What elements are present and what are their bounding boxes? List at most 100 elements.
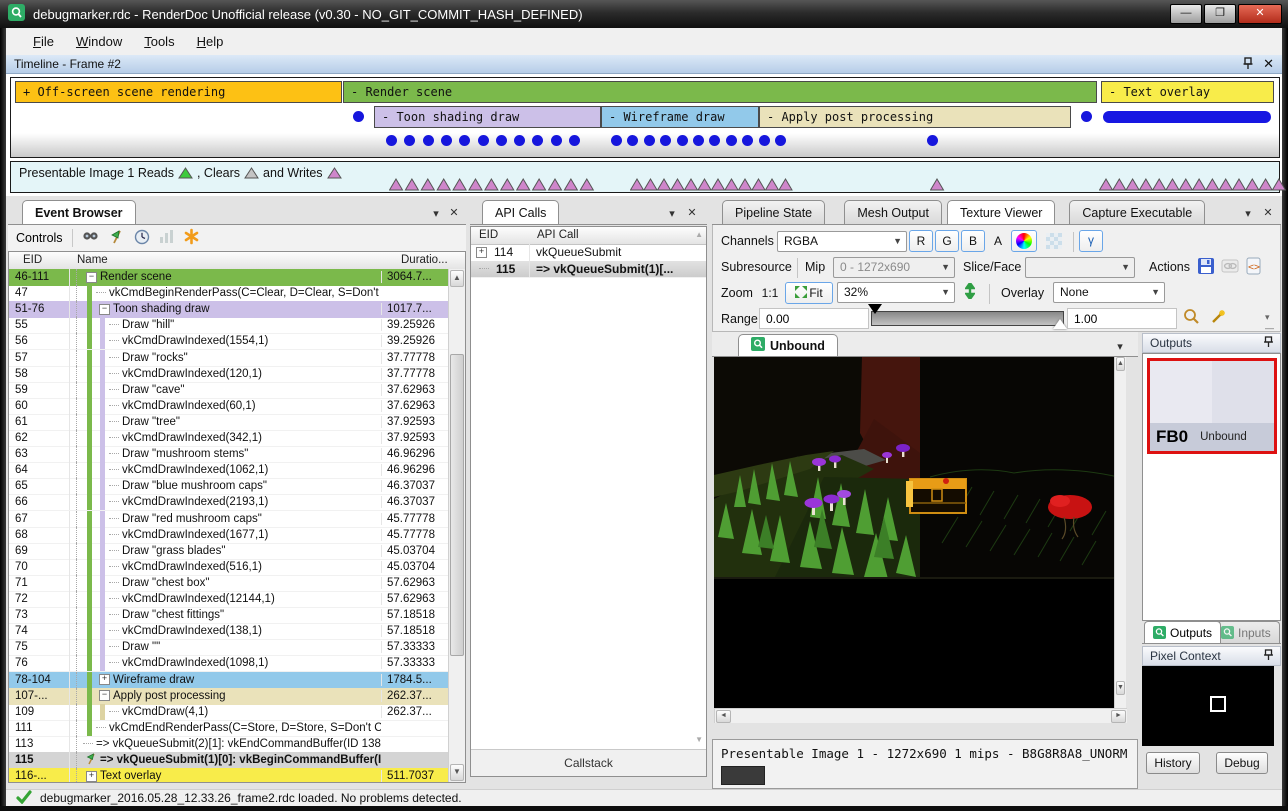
texture-viewer-menu-icon[interactable]: ▾ (1240, 207, 1256, 220)
timeline-draw-dot[interactable] (478, 135, 489, 146)
tex-scroll-right-icon[interactable]: ► (1111, 710, 1126, 723)
event-row-64[interactable]: 64vkCmdDrawIndexed(1062,1)46.96296 (9, 462, 449, 479)
timeline-draw-dot[interactable] (759, 135, 770, 146)
event-row-74[interactable]: 74vkCmdDrawIndexed(138,1)57.18518 (9, 623, 449, 640)
tab-mesh-output[interactable]: Mesh Output (844, 200, 942, 224)
texture-vscrollbar[interactable]: ▲ ▼ (1114, 357, 1126, 709)
zoom-level-combo[interactable]: 32%▼ (837, 282, 955, 303)
timeline-draw-dot[interactable] (551, 135, 562, 146)
timeline-marker--render-scene[interactable]: - Render scene (343, 81, 1097, 103)
event-row-107-...[interactable]: 107-...−Apply post processing262.37... (9, 688, 449, 705)
bookmark-flag-icon[interactable] (109, 229, 125, 248)
timeline-marker--apply-post-processing[interactable]: - Apply post processing (759, 106, 1071, 128)
slice-face-select[interactable]: ▼ (1025, 257, 1135, 278)
timeline-draw-dot[interactable] (677, 135, 688, 146)
channel-a-button[interactable]: A (987, 230, 1009, 252)
api-call-row-115[interactable]: 115=> vkQueueSubmit(1)[... (471, 261, 706, 279)
api-call-row-114[interactable]: +114vkQueueSubmit (471, 244, 706, 262)
timeline-draw-dot[interactable] (693, 135, 704, 146)
event-row-55[interactable]: 55Draw "hill"39.25926 (9, 317, 449, 334)
texture-display[interactable]: ▲ ▼ ◄ ► (714, 357, 1126, 723)
event-row-116-...[interactable]: 116-...+Text overlay511.7037 (9, 768, 449, 782)
event-row-111[interactable]: 111vkCmdEndRenderPass(C=Store, D=Store, … (9, 720, 449, 737)
checkerboard-button[interactable] (1041, 230, 1067, 252)
tex-scroll-up-icon[interactable]: ▲ (1116, 357, 1125, 371)
write-marker-triangles[interactable] (630, 178, 794, 191)
event-row-58[interactable]: 58vkCmdDrawIndexed(120,1)37.77778 (9, 366, 449, 383)
custom-action-star-icon[interactable] (183, 228, 200, 248)
event-row-46-111[interactable]: 46-111−Render scene3064.7... (9, 269, 449, 286)
timeline-draw-dot[interactable] (353, 111, 364, 122)
timeline-marker--wireframe-draw[interactable]: - Wireframe draw (601, 106, 759, 128)
api-calls-menu-icon[interactable]: ▾ (664, 207, 680, 220)
event-row-47[interactable]: 47vkCmdBeginRenderPass(C=Clear, D=Clear,… (9, 285, 449, 302)
tab-texture-viewer[interactable]: Texture Viewer (947, 200, 1055, 224)
timeline-draw-dot[interactable] (927, 135, 938, 146)
timeline-draw-dot[interactable] (441, 135, 452, 146)
callstack-bar[interactable]: Callstack (471, 749, 706, 776)
tex-scroll-left-icon[interactable]: ◄ (716, 710, 731, 723)
range-white-handle[interactable] (1053, 319, 1067, 329)
timeline-draw-dot[interactable] (569, 135, 580, 146)
event-row-113[interactable]: 113=> vkQueueSubmit(2)[1]: vkEndCommandB… (9, 736, 449, 753)
timeline-draw-dot[interactable] (709, 135, 720, 146)
texture-hscrollbar[interactable]: ◄ ► (714, 708, 1127, 723)
event-browser-scrollbar[interactable]: ▲ ▼ (448, 269, 465, 782)
event-row-72[interactable]: 72vkCmdDrawIndexed(12144,1)57.62963 (9, 591, 449, 608)
pixel-context-pin-icon[interactable] (1264, 649, 1273, 663)
event-browser-table[interactable]: EID Name Duratio... 46-111−Render scene3… (8, 251, 466, 783)
overlay-select[interactable]: None▼ (1053, 282, 1165, 303)
channel-g-button[interactable]: G (935, 230, 959, 252)
zoom-range-icon[interactable] (1183, 308, 1201, 331)
channel-b-button[interactable]: B (961, 230, 985, 252)
event-row-70[interactable]: 70vkCmdDrawIndexed(516,1)45.03704 (9, 559, 449, 576)
range-min-field[interactable]: 0.00 (759, 308, 869, 329)
scroll-down-icon[interactable]: ▼ (450, 764, 464, 781)
event-row-66[interactable]: 66vkCmdDrawIndexed(2193,1)46.37037 (9, 494, 449, 511)
tab-pipeline-state[interactable]: Pipeline State (722, 200, 825, 224)
event-row-62[interactable]: 62vkCmdDrawIndexed(342,1)37.92593 (9, 430, 449, 447)
tab-outputs[interactable]: Outputs (1144, 621, 1221, 643)
autofit-wand-icon[interactable] (1209, 308, 1227, 331)
range-black-handle[interactable] (868, 304, 882, 314)
pixel-context-view[interactable] (1142, 666, 1274, 746)
event-row-51-76[interactable]: 51-76−Toon shading draw1017.7... (9, 301, 449, 318)
timeline-draw-dot[interactable] (532, 135, 543, 146)
timeline-draw-dot[interactable] (660, 135, 671, 146)
tab-unbound-texture[interactable]: Unbound (738, 334, 838, 356)
collapse-icon[interactable]: − (99, 690, 110, 701)
channels-select[interactable]: RGBA▼ (777, 231, 907, 252)
timeline-draw-dot[interactable] (644, 135, 655, 146)
scroll-up-icon[interactable]: ▲ (450, 270, 464, 287)
api-scroll-down-icon[interactable]: ▼ (695, 735, 703, 744)
event-row-75[interactable]: 75Draw ""57.33333 (9, 639, 449, 656)
tab-capture-executable[interactable]: Capture Executable (1069, 200, 1205, 224)
menu-tools[interactable]: Tools (133, 31, 185, 52)
outputs-list[interactable]: FB0 Unbound (1142, 353, 1281, 621)
event-row-57[interactable]: 57Draw "rocks"37.77778 (9, 350, 449, 367)
write-marker-triangles[interactable] (1099, 178, 1287, 191)
range-slider[interactable] (871, 311, 1064, 326)
scrollbar-thumb[interactable] (450, 354, 464, 656)
write-marker-triangles[interactable] (930, 178, 945, 191)
open-code-icon[interactable]: <> (1245, 257, 1263, 280)
fb0-thumbnail[interactable]: FB0 Unbound (1147, 358, 1277, 454)
event-row-63[interactable]: 63Draw "mushroom stems"46.96296 (9, 446, 449, 463)
expand-icon[interactable]: + (99, 674, 110, 685)
timeline-marker--toon-shading-draw[interactable]: - Toon shading draw (374, 106, 601, 128)
timing-clock-icon[interactable] (134, 229, 150, 248)
expand-icon[interactable]: + (476, 247, 487, 258)
minimize-button[interactable]: — (1170, 4, 1202, 24)
history-button[interactable]: History (1146, 752, 1200, 774)
event-row-73[interactable]: 73Draw "chest fittings"57.18518 (9, 607, 449, 624)
timeline-draw-dot[interactable] (459, 135, 470, 146)
expand-icon[interactable]: + (86, 771, 97, 782)
event-row-67[interactable]: 67Draw "red mushroom caps"45.77778 (9, 511, 449, 528)
event-browser-menu-icon[interactable]: ▾ (428, 207, 444, 220)
tab-inputs[interactable]: Inputs (1212, 621, 1280, 643)
outputs-pin-icon[interactable] (1264, 336, 1273, 350)
event-row-115[interactable]: 115=> vkQueueSubmit(1)[0]: vkBeginComman… (9, 752, 449, 769)
api-calls-panel[interactable]: EID API Call ▲ +114vkQueueSubmit115=> vk… (470, 226, 707, 777)
save-icon[interactable] (1197, 257, 1215, 280)
preview-tab-menu-icon[interactable]: ▾ (1112, 340, 1128, 353)
